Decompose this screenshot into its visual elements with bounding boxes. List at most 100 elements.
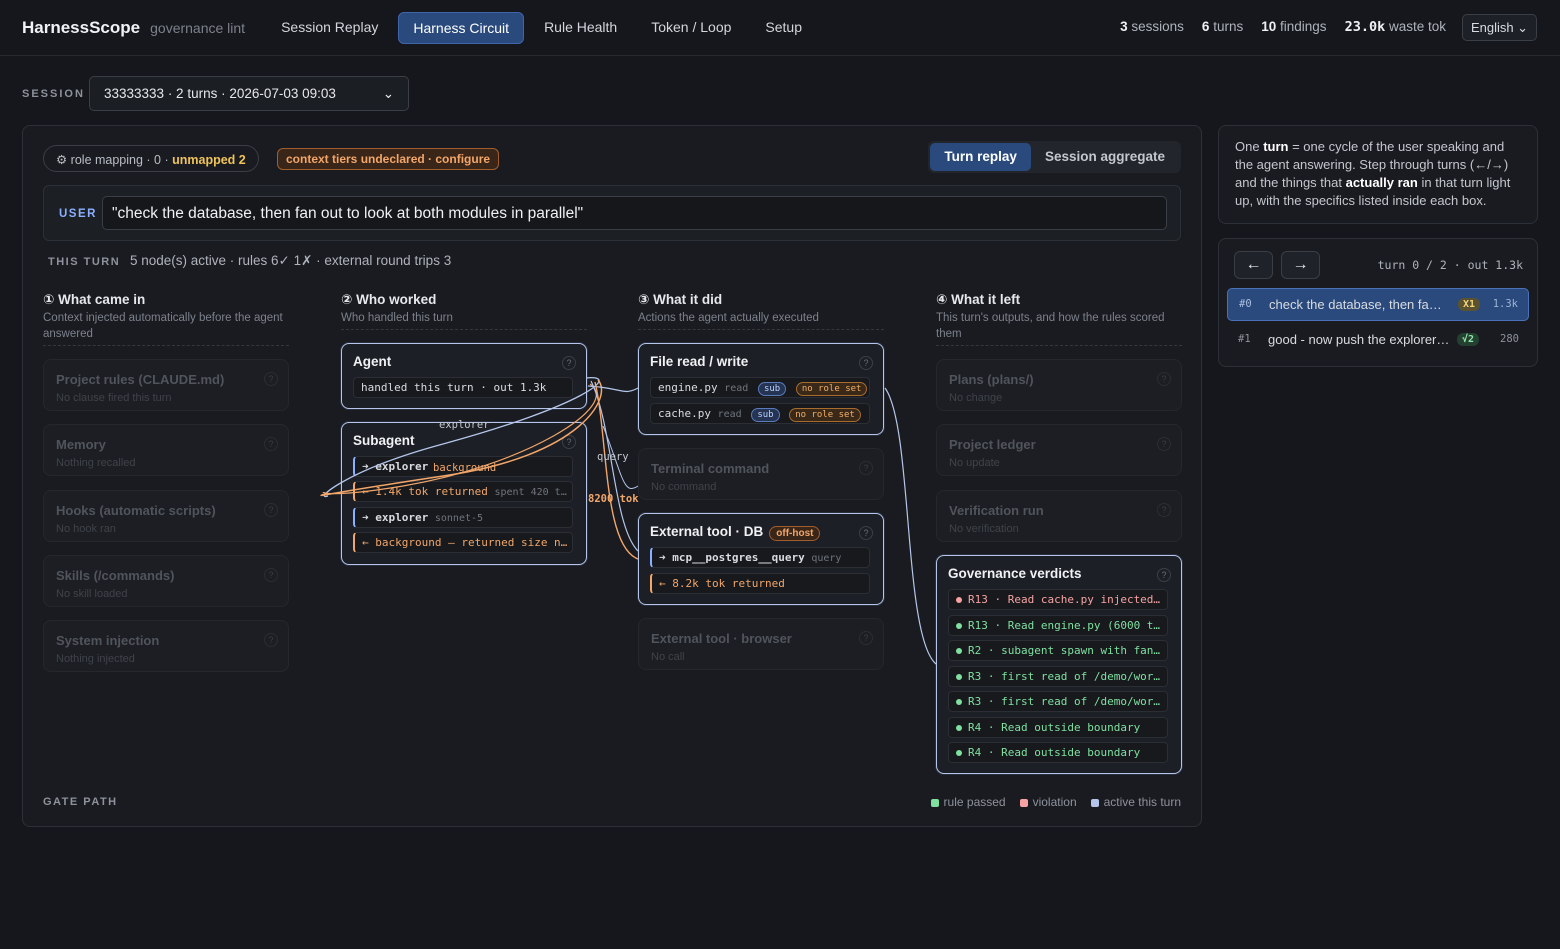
divider — [341, 329, 587, 330]
help-icon[interactable]: ? — [264, 372, 278, 386]
divider — [43, 345, 289, 346]
node-title: Terminal command — [651, 461, 770, 476]
help-icon[interactable]: ? — [264, 437, 278, 451]
top-bar: HarnessScope governance lint Session Rep… — [0, 0, 1560, 56]
session-select[interactable]: 33333333 · 2 turns · 2026-07-03 09:03 ⌄ — [89, 76, 409, 111]
verdict-row[interactable]: R13 · Read cache.py injected… — [948, 589, 1168, 610]
nav-setup[interactable]: Setup — [751, 12, 816, 44]
role-mapping-chip[interactable]: ⚙ role mapping · 0 · unmapped 2 — [43, 145, 259, 172]
file-row[interactable]: engine.py read sub no role set — [650, 377, 870, 398]
user-message-box: USER "check the database, then fan out t… — [43, 185, 1181, 241]
row-extra: spent 420 t… — [494, 487, 567, 498]
verdict-text: R3 · first read of /demo/wor… — [968, 670, 1161, 683]
node-status: No change — [949, 392, 1003, 404]
turn-index: #1 — [1238, 333, 1251, 345]
verdict-row[interactable]: R13 · Read engine.py (6000 t… — [948, 615, 1168, 636]
node-title: System injection — [56, 633, 160, 648]
prev-turn-button[interactable]: ← — [1234, 251, 1273, 279]
session-value: 33333333 · 2 turns · 2026-07-03 09:03 — [104, 86, 336, 101]
stat-waste: 23.0k waste tok — [1344, 19, 1446, 35]
file-op: read — [717, 409, 742, 420]
row-text: background — returned size n… — [375, 536, 568, 549]
help-icon[interactable]: ? — [859, 526, 873, 540]
node-agent[interactable]: Agent ? handled this turn · out 1.3k — [341, 343, 587, 409]
turn-navigator: ← → turn 0 / 2 · out 1.3k #0 check the d… — [1218, 238, 1538, 367]
verdict-row[interactable]: R3 · first read of /demo/wor… — [948, 666, 1168, 687]
circuit-panel: ⚙ role mapping · 0 · unmapped 2 context … — [22, 125, 1202, 827]
help-icon[interactable]: ? — [859, 461, 873, 475]
node-file-read-write[interactable]: File read / write ? engine.py read sub n… — [638, 343, 884, 435]
verdict-row[interactable]: R4 · Read outside boundary — [948, 742, 1168, 763]
nav-token-loop[interactable]: Token / Loop — [637, 12, 745, 44]
wire-label-query: query — [597, 451, 629, 463]
db-return-row[interactable]: ← 8.2k tok returned — [650, 573, 870, 594]
node-title: Project ledger — [949, 437, 1036, 452]
column-what-it-did-title: ③ What it did — [638, 292, 723, 307]
help-icon[interactable]: ? — [264, 633, 278, 647]
node-governance-verdicts[interactable]: Governance verdicts ? R13 · Read cache.p… — [936, 555, 1182, 774]
column-came-in-subtitle: Context injected automatically before th… — [43, 312, 283, 340]
subagent-row[interactable]: ← background — returned size n… — [353, 532, 573, 553]
node-project-rules[interactable]: Project rules (CLAUDE.md) No clause fire… — [43, 359, 289, 411]
help-icon[interactable]: ? — [264, 503, 278, 517]
brand-name: HarnessScope — [22, 17, 141, 37]
language-select[interactable]: English ⌄ — [1462, 14, 1537, 41]
node-plans[interactable]: Plans (plans/) No change ? — [936, 359, 1182, 411]
gate-path-label: GATE PATH — [43, 796, 118, 808]
turn-item-1[interactable]: #1 good - now push the explorer… √2 280 — [1227, 324, 1529, 357]
turn-index: #0 — [1239, 298, 1252, 310]
node-memory[interactable]: Memory Nothing recalled ? — [43, 424, 289, 476]
node-status: No verification — [949, 523, 1019, 535]
node-external-tool-browser[interactable]: External tool · browser No call ? — [638, 618, 884, 670]
node-verification-run[interactable]: Verification run No verification ? — [936, 490, 1182, 542]
turn-counter: turn 0 / 2 · out 1.3k — [1377, 258, 1523, 272]
help-icon[interactable]: ? — [1157, 437, 1171, 451]
nav-rule-health[interactable]: Rule Health — [530, 12, 631, 44]
node-system-injection[interactable]: System injection Nothing injected ? — [43, 620, 289, 672]
node-status: Nothing recalled — [56, 457, 136, 469]
context-tiers-chip[interactable]: context tiers undeclared · configure — [277, 148, 500, 170]
node-title: External tool · browser — [651, 631, 792, 646]
help-icon[interactable]: ? — [562, 356, 576, 370]
node-status: No hook ran — [56, 523, 116, 535]
row-text: 1.4k tok returned — [375, 485, 488, 498]
node-title: Governance verdicts — [948, 566, 1082, 581]
nav-harness-circuit[interactable]: Harness Circuit — [398, 11, 525, 44]
help-icon[interactable]: ? — [562, 435, 576, 449]
column-left-title: ④ What it left — [936, 292, 1021, 307]
turn-item-0[interactable]: #0 check the database, then fa… X1 1.3k — [1227, 288, 1529, 321]
subagent-row[interactable]: ➜ explorer sonnet-5 — [353, 507, 573, 528]
help-icon[interactable]: ? — [1157, 372, 1171, 386]
node-external-tool-db[interactable]: External tool · DB off-host ? ➜ mcp__post… — [638, 513, 884, 605]
help-icon[interactable]: ? — [264, 568, 278, 582]
node-title: External tool · DB off-host — [650, 524, 821, 541]
session-aggregate-button[interactable]: Session aggregate — [1031, 143, 1179, 171]
wire-db-return — [594, 381, 639, 560]
wire-label-tokens: 8200 tok — [588, 493, 639, 505]
verdict-row[interactable]: R4 · Read outside boundary — [948, 717, 1168, 738]
off-host-badge: off-host — [769, 526, 821, 541]
divider — [936, 345, 1182, 346]
turn-replay-button[interactable]: Turn replay — [930, 143, 1031, 171]
pass-dot — [956, 648, 962, 654]
pass-dot — [956, 623, 962, 629]
next-turn-button[interactable]: → — [1281, 251, 1320, 279]
wire-agent-to-files — [587, 385, 639, 393]
verdict-row[interactable]: R3 · first read of /demo/wor… — [948, 691, 1168, 712]
file-row[interactable]: cache.py read sub no role set — [650, 403, 870, 424]
node-skills[interactable]: Skills (/commands) No skill loaded ? — [43, 555, 289, 607]
chevron-down-icon: ⌄ — [382, 86, 394, 101]
help-icon[interactable]: ? — [1157, 568, 1171, 582]
node-project-ledger[interactable]: Project ledger No update ? — [936, 424, 1182, 476]
verdict-row[interactable]: R2 · subagent spawn with fan… — [948, 640, 1168, 661]
help-icon[interactable]: ? — [859, 631, 873, 645]
node-hooks[interactable]: Hooks (automatic scripts) No hook ran ? — [43, 490, 289, 542]
node-subagent[interactable]: Subagent ? ➜ explorer ← 1.4k tok returne… — [341, 422, 587, 565]
node-terminal-command[interactable]: Terminal command No command ? — [638, 448, 884, 500]
db-call-row[interactable]: ➜ mcp__postgres__query query — [650, 547, 870, 568]
help-icon[interactable]: ? — [859, 356, 873, 370]
help-icon[interactable]: ? — [1157, 503, 1171, 517]
node-status: No clause fired this turn — [56, 392, 172, 404]
subagent-row[interactable]: ← 1.4k tok returned spent 420 t… — [353, 481, 573, 502]
nav-session-replay[interactable]: Session Replay — [267, 12, 392, 44]
